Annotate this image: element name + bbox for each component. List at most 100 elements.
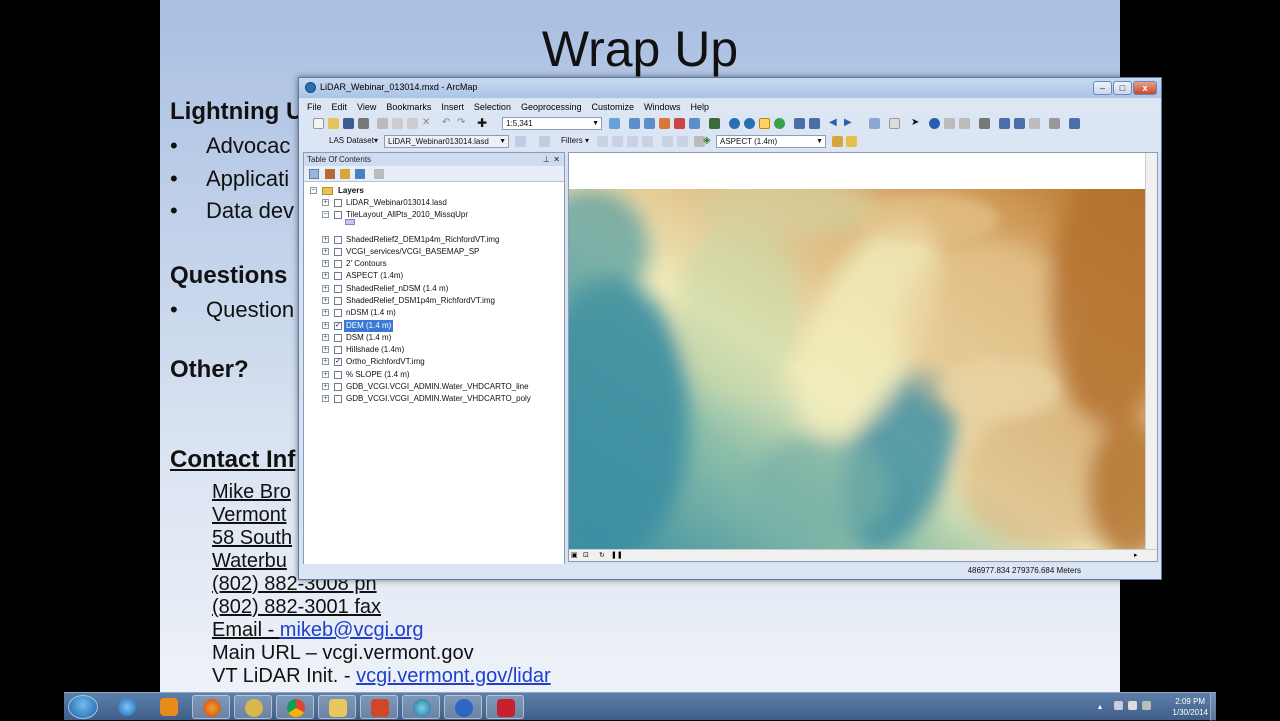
expand-icon[interactable]: + [322,322,329,329]
lidar-link[interactable]: vcgi.vermont.gov/lidar [356,665,551,687]
pan-icon[interactable] [759,118,770,129]
taskbar-arcmap[interactable] [402,695,440,719]
menu-edit[interactable]: Edit [332,99,348,115]
layer-visibility-checkbox[interactable]: ✓ [334,358,342,366]
taskbar-firefox[interactable] [192,695,230,719]
search-window-icon[interactable] [689,118,700,129]
layer-visibility-checkbox[interactable] [334,285,342,293]
horizontal-scrollbar[interactable]: ▣ ⊡ ↻ ❚❚ ▸ [569,549,1157,561]
data-view-icon[interactable]: ⊡ [583,551,589,559]
filters-arrow-icon[interactable]: ▾ [585,136,589,145]
fixed-zoom-in-icon[interactable] [794,118,805,129]
toc-options-icon[interactable] [374,169,384,179]
minimize-button[interactable]: – [1093,81,1112,95]
delete-icon[interactable]: ✕ [422,118,433,129]
catalog-icon[interactable] [644,118,655,129]
select-elements-icon[interactable]: ➤ [911,118,922,129]
network-icon[interactable] [1114,701,1123,710]
collapse-icon[interactable]: − [322,211,329,218]
save-icon[interactable] [343,118,354,129]
expand-icon[interactable]: + [322,334,329,341]
cut-icon[interactable] [377,118,388,129]
layer-visibility-checkbox[interactable] [334,346,342,354]
las-point-icon[interactable] [515,136,526,147]
table-icon[interactable] [629,118,640,129]
toc-close-icon[interactable]: ✕ [553,153,560,166]
clock[interactable]: 2:09 PM 1/30/2014 [1172,696,1208,718]
expand-icon[interactable]: + [322,371,329,378]
menu-customize[interactable]: Customize [592,99,635,115]
menu-help[interactable]: Help [691,99,710,115]
collapse-icon[interactable]: − [310,187,317,194]
layer-visibility-checkbox[interactable] [334,371,342,379]
open-folder-icon[interactable] [328,118,339,129]
nav-up-icon[interactable] [627,136,638,147]
profile-icon[interactable] [662,136,673,147]
expand-icon[interactable]: + [322,260,329,267]
dem-raster[interactable] [569,189,1145,551]
taskbar-chrome[interactable] [276,695,314,719]
undo-icon[interactable]: ↶ [442,118,453,129]
flag-icon[interactable] [1142,701,1151,710]
nav-prev-icon[interactable] [612,136,623,147]
fixed-zoom-out-icon[interactable] [809,118,820,129]
menu-geoprocessing[interactable]: Geoprocessing [521,99,582,115]
forward-extent-icon[interactable]: ▶ [844,118,855,129]
vertical-scrollbar[interactable] [1145,153,1157,551]
list-by-source-icon[interactable] [325,169,335,179]
go-to-xy-icon[interactable] [979,118,990,129]
taskbar-media-player[interactable] [150,695,188,719]
layer-visibility-checkbox[interactable] [334,395,342,403]
map-view[interactable]: ▣ ⊡ ↻ ❚❚ ▸ [568,152,1158,562]
identify-icon[interactable] [929,118,940,129]
layer-visibility-checkbox[interactable] [334,309,342,317]
python-icon[interactable] [674,118,685,129]
expand-icon[interactable]: + [322,395,329,402]
create-viewer-icon[interactable] [1049,118,1060,129]
clear-selection-icon[interactable] [889,118,900,129]
expand-icon[interactable]: + [322,248,329,255]
expand-icon[interactable]: + [322,358,329,365]
menu-insert[interactable]: Insert [441,99,464,115]
layer-select[interactable]: ASPECT (1.4m) ▼ [716,135,826,148]
print-icon[interactable] [358,118,369,129]
nav-next-icon[interactable] [642,136,653,147]
pause-icon[interactable]: ❚❚ [611,551,623,559]
taskbar-mcafee[interactable] [486,695,524,719]
expand-icon[interactable]: + [322,346,329,353]
copy-icon[interactable] [392,118,403,129]
menu-bookmarks[interactable]: Bookmarks [386,99,431,115]
maximize-button[interactable]: □ [1113,81,1132,95]
expand-icon[interactable]: + [322,272,329,279]
taskbar-ie[interactable] [108,695,146,719]
taskbar-powerpoint[interactable] [360,695,398,719]
time-slider-icon[interactable] [999,118,1010,129]
expand-icon[interactable]: + [322,236,329,243]
zoom-in-icon[interactable] [729,118,740,129]
expand-icon[interactable]: + [322,383,329,390]
show-desktop-button[interactable] [1210,693,1216,721]
scale-input[interactable]: 1:5,341 ▼ [502,117,602,130]
menu-windows[interactable]: Windows [644,99,681,115]
start-button[interactable] [68,695,98,719]
expand-icon[interactable]: + [322,297,329,304]
layer-visibility-checkbox[interactable] [334,211,342,219]
scroll-right-icon[interactable]: ▸ [1134,551,1138,559]
taskbar-explorer[interactable] [318,695,356,719]
image-analysis-icon[interactable]: ◈ [703,136,714,147]
layer-visibility-checkbox[interactable]: ✓ [334,322,342,330]
tray-arrow-icon[interactable]: ▴ [1098,702,1102,711]
magnifier-icon[interactable] [1069,118,1080,129]
toolbox-icon[interactable] [659,118,670,129]
window-titlebar[interactable]: LiDAR_Webinar_013014.mxd - ArcMap – □ x [299,78,1161,98]
layer-visibility-checkbox[interactable] [334,199,342,207]
add-data-icon[interactable]: ✚ [477,117,488,129]
filters-label[interactable]: Filters [561,136,583,145]
layer-visibility-checkbox[interactable] [334,260,342,268]
taskbar-snowflake[interactable] [444,695,482,719]
menu-file[interactable]: File [307,99,322,115]
refresh-icon[interactable]: ↻ [599,551,605,559]
expand-icon[interactable]: + [322,199,329,206]
expand-icon[interactable]: + [322,285,329,292]
menu-view[interactable]: View [357,99,376,115]
